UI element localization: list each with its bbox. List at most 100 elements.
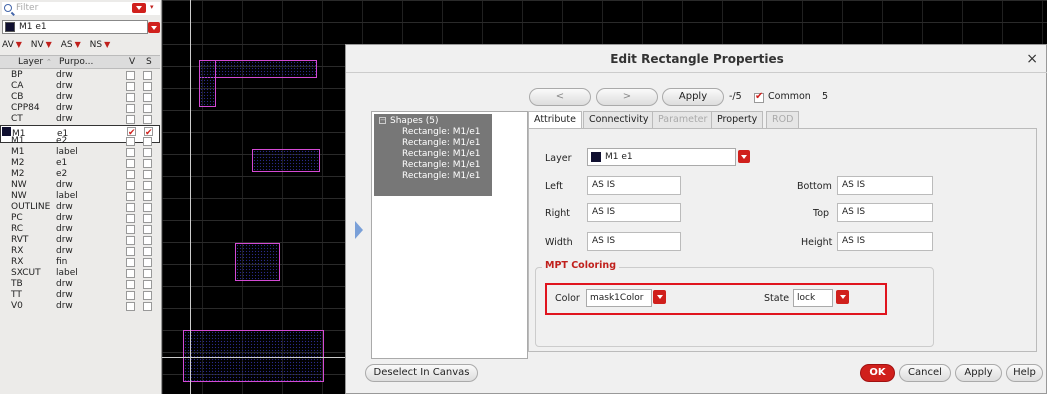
close-icon[interactable]: × [1026, 51, 1038, 67]
selectable-checkbox[interactable] [143, 82, 152, 91]
layer-row[interactable]: CT drw [0, 114, 160, 125]
layer-row[interactable]: CA drw [0, 81, 160, 92]
visible-checkbox[interactable] [127, 125, 136, 141]
tab-rod[interactable]: ROD [766, 111, 800, 129]
visible-checkbox[interactable] [126, 82, 135, 91]
rectangle-shape[interactable] [199, 60, 216, 107]
visible-checkbox[interactable] [126, 258, 135, 267]
visible-checkbox[interactable] [126, 93, 135, 102]
selectable-checkbox[interactable] [143, 302, 152, 311]
layer-row[interactable]: M1 e2 [0, 136, 160, 147]
purpose-column-header[interactable]: Purpo... [59, 56, 93, 68]
layer-row[interactable]: PC drw [0, 213, 160, 224]
selectable-checkbox[interactable] [143, 115, 152, 124]
ok-button[interactable]: OK [860, 364, 895, 382]
selectable-checkbox[interactable] [143, 192, 152, 201]
previous-shape-button[interactable]: < [529, 88, 591, 106]
av-toggle[interactable]: AV [2, 40, 14, 50]
layer-row[interactable]: RX fin [0, 257, 160, 268]
tree-item-rectangle[interactable]: Rectangle: M1/e1 [402, 160, 481, 170]
layer-row[interactable]: BP drw [0, 70, 160, 81]
selectable-checkbox[interactable] [143, 181, 152, 190]
visible-checkbox[interactable] [126, 203, 135, 212]
collapse-icon[interactable]: − [379, 117, 386, 124]
nv-toggle[interactable]: NV [31, 40, 44, 50]
width-input[interactable]: AS IS [587, 232, 681, 251]
tree-root-shapes[interactable]: Shapes (5) [390, 116, 438, 126]
selectable-column-header[interactable]: S [146, 56, 152, 68]
left-input[interactable]: AS IS [587, 176, 681, 195]
mask-color-select[interactable]: mask1Color [586, 289, 652, 307]
selectable-checkbox[interactable] [143, 137, 152, 146]
layer-select[interactable]: M1 e1 [587, 148, 736, 166]
filter-options-button[interactable] [132, 3, 146, 13]
selectable-checkbox[interactable] [143, 104, 152, 113]
selectable-checkbox[interactable] [143, 214, 152, 223]
help-button[interactable]: Help [1006, 364, 1043, 382]
layer-row[interactable]: TT drw [0, 290, 160, 301]
layer-row[interactable]: NW label [0, 191, 160, 202]
tree-item-rectangle[interactable]: Rectangle: M1/e1 [402, 149, 481, 159]
selectable-checkbox[interactable] [143, 71, 152, 80]
selectable-checkbox[interactable] [143, 291, 152, 300]
nav-apply-button[interactable]: Apply [662, 88, 724, 106]
selectable-checkbox[interactable] [143, 236, 152, 245]
layer-row[interactable]: V0 drw [0, 301, 160, 312]
bottom-input[interactable]: AS IS [837, 176, 933, 195]
selectable-checkbox[interactable] [143, 269, 152, 278]
cancel-button[interactable]: Cancel [899, 364, 951, 382]
layer-row[interactable]: OUTLINE drw [0, 202, 160, 213]
layer-dropdown-button[interactable] [738, 150, 750, 163]
visible-checkbox[interactable] [126, 115, 135, 124]
visible-checkbox[interactable] [126, 192, 135, 201]
tab-property[interactable]: Property [711, 111, 764, 129]
current-layer-dropdown[interactable] [148, 22, 160, 33]
visible-checkbox[interactable] [126, 137, 135, 146]
selectable-checkbox[interactable] [143, 148, 152, 157]
selectable-checkbox[interactable] [143, 247, 152, 256]
layer-row[interactable]: RVT drw [0, 235, 160, 246]
selectable-checkbox[interactable] [143, 203, 152, 212]
shapes-tree[interactable]: − Shapes (5) Rectangle: M1/e1 Rectangle:… [371, 111, 528, 359]
layer-row[interactable]: RX drw [0, 246, 160, 257]
visible-column-header[interactable]: V [129, 56, 135, 68]
layer-row[interactable]: TB drw [0, 279, 160, 290]
state-select[interactable]: lock [793, 289, 833, 307]
visible-checkbox[interactable] [126, 148, 135, 157]
visible-checkbox[interactable] [126, 236, 135, 245]
expand-panel-arrow-icon[interactable] [355, 221, 363, 239]
layer-column-header[interactable]: Layer [18, 56, 43, 68]
visible-checkbox[interactable] [126, 159, 135, 168]
right-input[interactable]: AS IS [587, 203, 681, 222]
visible-checkbox[interactable] [126, 71, 135, 80]
chevron-down-icon[interactable]: ▾ [150, 3, 154, 11]
tree-item-rectangle[interactable]: Rectangle: M1/e1 [402, 127, 481, 137]
tree-item-rectangle[interactable]: Rectangle: M1/e1 [402, 138, 481, 148]
rectangle-shape[interactable] [199, 60, 317, 78]
visible-checkbox[interactable] [126, 269, 135, 278]
visible-checkbox[interactable] [126, 291, 135, 300]
visible-checkbox[interactable] [126, 225, 135, 234]
rectangle-shape[interactable] [183, 330, 324, 382]
rectangle-shape[interactable] [235, 243, 280, 281]
mask-color-dropdown[interactable] [653, 290, 666, 304]
selectable-checkbox[interactable] [143, 258, 152, 267]
tab-parameter[interactable]: Parameter [652, 111, 714, 129]
deselect-in-canvas-button[interactable]: Deselect In Canvas [365, 364, 478, 382]
common-checkbox[interactable] [754, 91, 764, 103]
ns-toggle[interactable]: NS [90, 40, 102, 50]
selectable-checkbox[interactable] [143, 170, 152, 179]
height-input[interactable]: AS IS [837, 232, 933, 251]
state-dropdown[interactable] [836, 290, 849, 304]
layer-row[interactable]: RC drw [0, 224, 160, 235]
layer-row[interactable]: NW drw [0, 180, 160, 191]
layer-row[interactable]: SXCUT label [0, 268, 160, 279]
next-shape-button[interactable]: > [596, 88, 658, 106]
selectable-checkbox[interactable] [143, 93, 152, 102]
as-toggle[interactable]: AS [61, 40, 73, 50]
selectable-checkbox[interactable] [143, 225, 152, 234]
selectable-checkbox[interactable] [143, 280, 152, 289]
visible-checkbox[interactable] [126, 247, 135, 256]
visible-checkbox[interactable] [126, 181, 135, 190]
top-input[interactable]: AS IS [837, 203, 933, 222]
